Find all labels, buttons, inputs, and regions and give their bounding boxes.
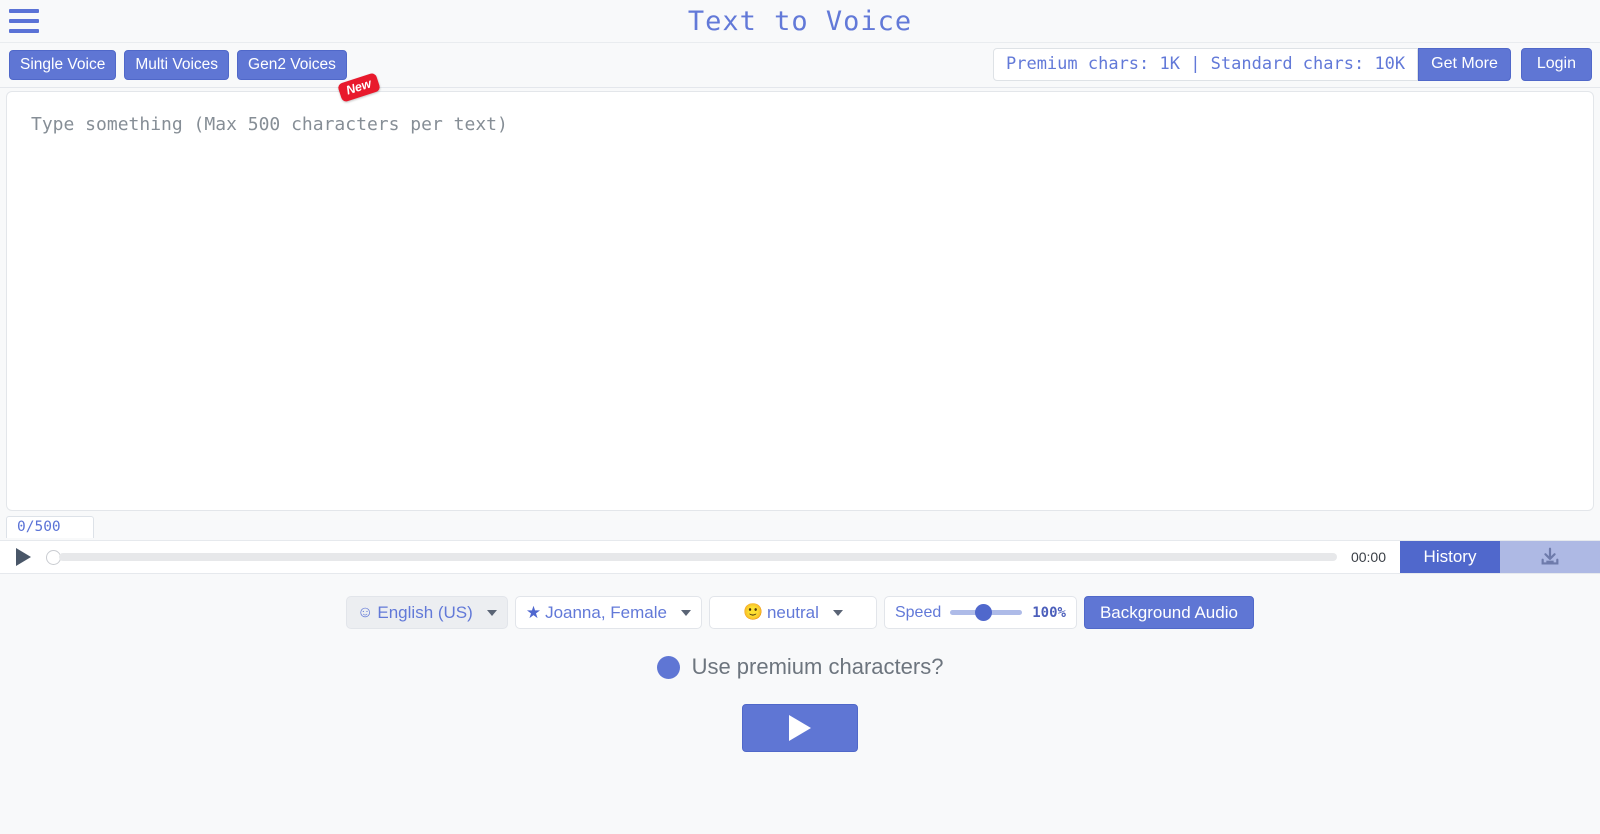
tab-single-voice-wrapper: Single Voice [9, 50, 124, 80]
seek-slider[interactable] [46, 541, 1343, 573]
hamburger-bar [9, 19, 39, 23]
audio-player-bar: 00:00 History [0, 540, 1600, 574]
emotion-select[interactable]: 🙂 neutral [709, 596, 877, 629]
get-more-button[interactable]: Get More [1418, 48, 1511, 81]
language-select-value: English (US) [377, 603, 472, 623]
voice-select[interactable]: ★ Joanna, Female [515, 596, 702, 629]
page-title: Text to Voice [0, 0, 1600, 43]
login-button[interactable]: Login [1521, 48, 1592, 81]
premium-characters-toggle[interactable] [657, 656, 680, 679]
star-icon: ★ [526, 603, 541, 623]
hamburger-menu-icon[interactable] [9, 9, 39, 33]
chevron-down-icon [833, 610, 843, 616]
top-bar: Text to Voice [0, 0, 1600, 43]
account-area: Premium chars: 1K | Standard chars: 10K … [993, 48, 1592, 81]
tab-multi-voices-wrapper: Multi Voices [124, 50, 237, 80]
speed-control[interactable]: Speed 100% [884, 596, 1077, 629]
counter-row: 0/500 [0, 516, 1600, 540]
speed-slider[interactable] [950, 610, 1022, 615]
download-icon [1539, 546, 1561, 568]
smiley-outline-icon: ☺ [357, 605, 373, 621]
premium-toggle-row: Use premium characters? [0, 654, 1600, 680]
play-triangle [16, 548, 31, 566]
download-button[interactable] [1500, 541, 1600, 573]
speed-value: 100% [1032, 605, 1066, 621]
chevron-down-icon [681, 610, 691, 616]
emotion-select-value: neutral [767, 603, 819, 623]
character-counter: 0/500 [6, 516, 94, 538]
premium-characters-label: Use premium characters? [692, 654, 944, 680]
background-audio-button[interactable]: Background Audio [1084, 596, 1254, 629]
speed-slider-handle[interactable] [975, 604, 992, 621]
language-select[interactable]: ☺ English (US) [346, 596, 508, 629]
history-button[interactable]: History [1400, 541, 1500, 573]
tab-bar: Single Voice Multi Voices Gen2 Voices Ne… [0, 43, 1600, 88]
chevron-down-icon [487, 610, 497, 616]
smiley-face-emoji-icon: 🙂 [743, 605, 763, 621]
play-icon [789, 715, 811, 741]
tab-gen2-voices-wrapper: Gen2 Voices New [237, 50, 355, 80]
hamburger-bar [9, 29, 39, 33]
hamburger-bar [9, 9, 39, 13]
tab-single-voice[interactable]: Single Voice [9, 50, 116, 80]
voice-controls-row: ☺ English (US) ★ Joanna, Female 🙂 neutra… [0, 596, 1600, 629]
character-balance: Premium chars: 1K | Standard chars: 10K [993, 48, 1418, 81]
voice-select-value: Joanna, Female [545, 603, 667, 623]
generate-row [0, 704, 1600, 752]
generate-play-button[interactable] [742, 704, 858, 752]
tab-gen2-voices[interactable]: Gen2 Voices [237, 50, 347, 80]
editor-area [0, 88, 1600, 516]
speed-label: Speed [895, 604, 941, 622]
playback-time: 00:00 [1343, 541, 1400, 573]
seek-track[interactable] [59, 553, 1337, 561]
play-icon[interactable] [0, 541, 46, 573]
tab-multi-voices[interactable]: Multi Voices [124, 50, 229, 80]
text-input[interactable] [6, 91, 1594, 511]
